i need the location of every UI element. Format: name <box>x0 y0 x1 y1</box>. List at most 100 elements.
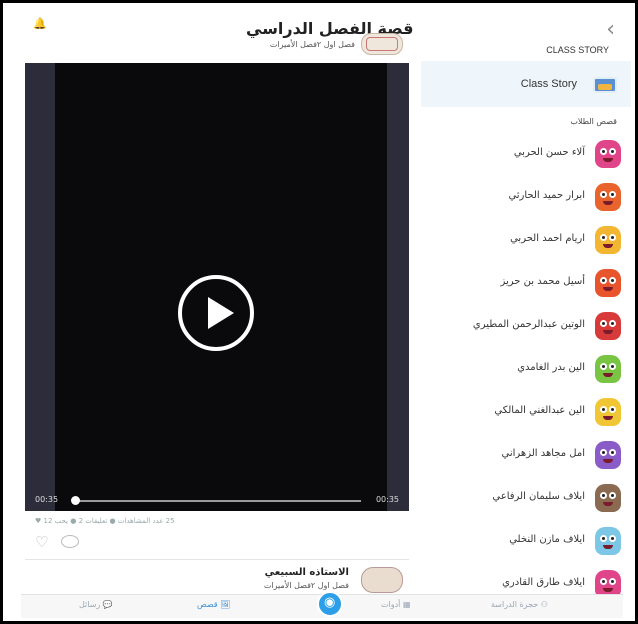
camera-button[interactable] <box>317 591 343 617</box>
student-name: ايلاف مازن النخلي <box>509 534 585 545</box>
tab-label: قصص <box>197 600 218 609</box>
avatar-eye <box>600 277 607 284</box>
avatar-eye <box>609 492 616 499</box>
student-row[interactable]: الين عبدالغني المالكي <box>421 393 631 435</box>
play-icon <box>208 297 234 329</box>
tab-toolbox[interactable]: ▦ أدوات <box>381 600 411 609</box>
section-caption: قصص الطلاب <box>570 117 617 126</box>
class-story-icon <box>593 77 617 93</box>
avatar[interactable] <box>361 33 403 55</box>
class-story-caption: CLASS STORY <box>546 45 609 55</box>
monster-avatar-icon <box>595 355 621 383</box>
story-feed[interactable]: فصل اول ٢فصل الأميرات 00:35 00:35 25 عدد… <box>25 31 409 596</box>
avatar-eye <box>609 578 616 585</box>
student-row[interactable]: أسيل محمد بن حريز <box>421 264 631 306</box>
avatar-eye <box>609 234 616 241</box>
chevron-left-icon[interactable]: ‹ <box>606 17 615 42</box>
tab-label: رسائل <box>79 600 101 609</box>
avatar-eye <box>600 234 607 241</box>
video-letterbox-left <box>25 63 55 511</box>
avatar-eye <box>600 449 607 456</box>
avatar-mouth <box>603 545 613 549</box>
student-name: الوتين عبدالرحمن المطيري <box>472 319 585 330</box>
avatar-eye <box>609 406 616 413</box>
student-name: ابرار حميد الحارثي <box>508 190 585 201</box>
avatar-eye <box>600 535 607 542</box>
avatar-mouth <box>603 201 613 205</box>
student-row[interactable]: اريام احمد الحربي <box>421 221 631 263</box>
avatar-mouth <box>603 416 613 420</box>
bottom-nav: 💬 رسائل 🖼 قصص ▦ أدوات ⚇ حجرة الدراسة <box>21 591 623 618</box>
avatar-eye <box>609 191 616 198</box>
avatar-image <box>366 37 398 51</box>
avatar-eye <box>609 535 616 542</box>
post-author: الاستاذه السبيعي <box>264 567 349 578</box>
post-subtitle: فصل اول ٢فصل الأميرات <box>269 40 355 49</box>
avatar-mouth <box>603 158 613 162</box>
student-name: اريام احمد الحربي <box>510 233 585 244</box>
student-row[interactable]: امل مجاهد الزهراني <box>421 436 631 478</box>
student-row[interactable]: ايلاف طارق القادري <box>421 565 631 596</box>
avatar-eye <box>600 148 607 155</box>
video-scrubber[interactable] <box>75 500 361 502</box>
reaction-bar: ♡ <box>35 533 95 551</box>
avatar-eye <box>600 320 607 327</box>
tab-messages[interactable]: 💬 رسائل <box>79 600 113 609</box>
avatar-eye <box>600 492 607 499</box>
divider <box>25 559 409 560</box>
monster-avatar-icon <box>595 140 621 168</box>
student-row[interactable]: ابرار حميد الحارثي <box>421 178 631 220</box>
student-name: الين عبدالغني المالكي <box>494 405 585 416</box>
video-letterbox-right <box>387 63 409 511</box>
avatar-mouth <box>603 459 613 463</box>
avatar-mouth <box>603 287 613 291</box>
post-subtitle: فصل اول ٢فصل الأميرات <box>263 581 349 590</box>
post-stats: 25 عدد المشاهدات ● تعليقات 2 ● يحب 12 ♥ <box>35 517 175 525</box>
avatar-mouth <box>603 588 613 592</box>
student-row[interactable]: ايلاف مازن النخلي <box>421 522 631 564</box>
monster-avatar-icon <box>595 570 621 596</box>
play-button[interactable] <box>178 275 254 351</box>
sidebar-item-class-story[interactable]: Class Story <box>421 61 631 107</box>
tab-label: حجرة الدراسة <box>491 600 539 609</box>
avatar-eye <box>609 320 616 327</box>
student-row[interactable]: الين بدر الغامدي <box>421 350 631 392</box>
student-name: ايلاف طارق القادري <box>502 577 585 588</box>
tab-stories[interactable]: 🖼 قصص <box>197 600 230 609</box>
avatar[interactable] <box>361 567 403 593</box>
monster-avatar-icon <box>595 527 621 555</box>
monster-avatar-icon <box>595 269 621 297</box>
student-name: أسيل محمد بن حريز <box>500 276 585 287</box>
avatar-eye <box>609 277 616 284</box>
avatar-eye <box>609 449 616 456</box>
student-name: الين بدر الغامدي <box>517 362 585 373</box>
avatar-mouth <box>603 373 613 377</box>
scrubber-handle[interactable] <box>71 496 80 505</box>
student-row[interactable]: الوتين عبدالرحمن المطيري <box>421 307 631 349</box>
video-player[interactable]: 00:35 00:35 <box>25 63 409 511</box>
avatar-eye <box>609 148 616 155</box>
monster-avatar-icon <box>595 226 621 254</box>
avatar-eye <box>600 191 607 198</box>
post-header: فصل اول ٢فصل الأميرات <box>25 31 409 61</box>
monster-avatar-icon <box>595 398 621 426</box>
app-frame: 🔔 قصة الفصل الدراسي ‹ CLASS STORY فصل او… <box>0 0 638 624</box>
student-name: امل مجاهد الزهراني <box>501 448 585 459</box>
monster-avatar-icon <box>595 441 621 469</box>
avatar-eye <box>600 578 607 585</box>
monster-avatar-icon <box>595 484 621 512</box>
student-row[interactable]: آلاء حسن الحربي <box>421 135 631 177</box>
post-header: 712d الاستاذه السبيعي فصل اول ٢فصل الأمي… <box>25 567 409 596</box>
avatar-mouth <box>603 502 613 506</box>
avatar-mouth <box>603 330 613 334</box>
student-row[interactable]: ايلاف سليمان الرفاعي <box>421 479 631 521</box>
avatar-eye <box>609 363 616 370</box>
avatar-eye <box>600 363 607 370</box>
avatar-eye <box>600 406 607 413</box>
tab-classroom[interactable]: ⚇ حجرة الدراسة <box>491 600 548 609</box>
sidebar: Class Story قصص الطلاب آلاء حسن الحربي اب… <box>421 61 631 596</box>
avatar-mouth <box>603 244 613 248</box>
comment-icon[interactable] <box>61 535 79 548</box>
bell-icon[interactable]: 🔔 <box>33 17 47 30</box>
heart-icon[interactable]: ♡ <box>35 533 48 551</box>
